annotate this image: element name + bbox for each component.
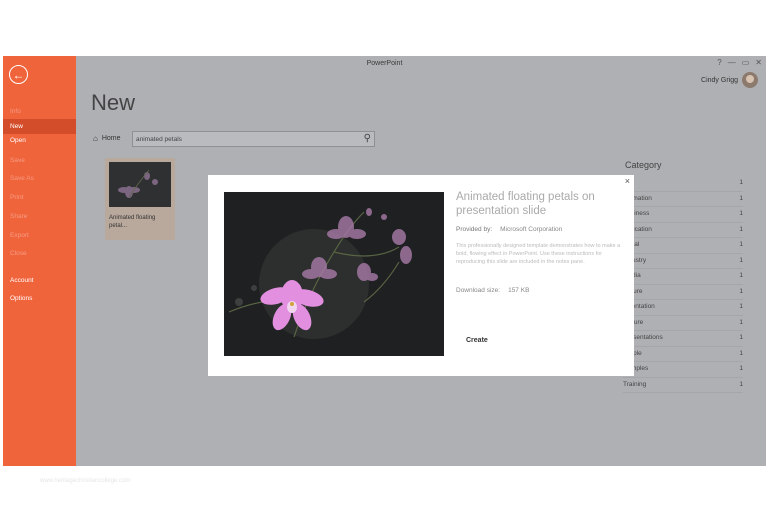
category-item[interactable]: Samples 1 <box>623 362 743 378</box>
create-button[interactable]: Create <box>466 337 488 344</box>
category-count: 1 <box>739 380 743 388</box>
category-item[interactable]: Nature1 <box>623 285 743 300</box>
category-count: 1 <box>739 365 743 372</box>
app-title: PowerPoint <box>366 60 403 67</box>
sidebar-item-share[interactable]: Share <box>3 209 76 224</box>
home-link[interactable]: ⌂ Home <box>93 134 121 143</box>
sidebar-item-open[interactable]: Open <box>3 133 76 148</box>
orchid-preview-image <box>224 192 444 356</box>
category-item[interactable]: Purple1 <box>623 347 743 362</box>
search-input[interactable] <box>136 133 346 145</box>
sidebar-item-export[interactable]: Export <box>3 228 76 243</box>
template-card[interactable]: Animated floating petal... <box>105 158 175 240</box>
category-item[interactable]: Education 1 <box>623 223 743 238</box>
download-size-value: 157 KB <box>508 287 530 294</box>
sidebar-item-info[interactable]: Info <box>3 104 76 119</box>
help-icon[interactable]: ? <box>717 58 721 67</box>
download-size-label: Download size: <box>456 287 501 294</box>
sidebar-item-close[interactable]: Close <box>3 246 76 261</box>
page-title: New <box>91 90 136 115</box>
category-item[interactable]: Training 1 <box>623 378 743 393</box>
template-thumbnail[interactable] <box>109 162 171 207</box>
user-name: Cindy Grigg <box>701 76 738 84</box>
user-account[interactable]: Cindy Grigg <box>701 72 758 88</box>
orchid-thumbnail-image <box>109 162 171 207</box>
category-item[interactable]: Picture1 <box>623 316 743 331</box>
home-label: Home <box>101 135 121 142</box>
category-count: 1 <box>739 194 743 202</box>
category-count: 1 <box>739 318 743 326</box>
template-preview-image <box>224 192 444 356</box>
category-count: 1 <box>739 287 743 295</box>
category-count: 1 <box>739 272 743 279</box>
title-bar: PowerPoint ? — ▭ ✕ <box>3 56 766 70</box>
category-count: 1 <box>739 303 743 310</box>
category-count: 1 <box>739 179 743 186</box>
template-label: Animated floating petal... <box>109 215 156 229</box>
category-item[interactable]: Animation 1 <box>623 192 743 207</box>
template-preview-dialog: × Animated floating petals on presentati… <box>208 175 634 376</box>
category-item[interactable]: Orientation 1 <box>623 300 743 316</box>
watermark-caption: www.heritagechristiancollege.com <box>40 478 131 484</box>
category-item[interactable]: Media1 <box>623 269 743 285</box>
sidebar-item-account[interactable]: Account <box>3 273 76 288</box>
category-item[interactable]: Business 1 <box>623 207 743 223</box>
category-item[interactable]: Big1 <box>623 176 743 192</box>
window-controls: ? — ▭ ✕ <box>717 58 762 67</box>
sidebar-item-save[interactable]: Save <box>3 153 76 168</box>
close-icon[interactable]: ✕ <box>755 58 762 67</box>
close-icon[interactable]: × <box>625 176 630 186</box>
download-size: Download size: 157 KB <box>456 287 529 294</box>
category-count: 1 <box>739 334 743 341</box>
category-heading: Category <box>625 160 662 170</box>
home-icon: ⌂ <box>93 134 98 143</box>
category-item[interactable]: Presentations 1 <box>623 331 743 347</box>
template-description: This professionally designed template de… <box>456 243 621 265</box>
category-count: 1 <box>739 256 743 264</box>
provider-info: Provided by: Microsoft Corporation <box>456 226 562 233</box>
dialog-template-title: Animated floating petals on presentation… <box>456 191 595 217</box>
sidebar-item-new[interactable]: New <box>3 119 76 134</box>
search-box[interactable]: ⚲ <box>132 131 375 147</box>
category-count: 1 <box>739 241 743 248</box>
search-icon[interactable]: ⚲ <box>364 133 371 145</box>
category-count: 1 <box>739 349 743 357</box>
avatar[interactable] <box>742 72 758 88</box>
sidebar-item-save-as[interactable]: Save As <box>3 171 76 186</box>
backstage-sidebar: ← Info New Open Save Save As Print Share Export… <box>3 56 76 466</box>
category-count: 1 <box>739 225 743 233</box>
sidebar-item-print[interactable]: Print <box>3 190 76 205</box>
back-arrow-icon[interactable]: ← <box>9 65 28 84</box>
category-name: Training <box>623 380 647 388</box>
category-item[interactable]: Floral1 <box>623 238 743 254</box>
category-count: 1 <box>739 210 743 217</box>
sidebar-item-options[interactable]: Options <box>3 291 76 306</box>
category-item[interactable]: Industry 1 <box>623 254 743 269</box>
provider-name: Microsoft Corporation <box>500 226 563 233</box>
provider-label: Provided by: <box>456 226 493 233</box>
minimize-icon[interactable]: — <box>728 58 736 67</box>
restore-icon[interactable]: ▭ <box>742 58 750 67</box>
category-list: Big1Animation1Business1Education1Floral1… <box>623 176 743 393</box>
